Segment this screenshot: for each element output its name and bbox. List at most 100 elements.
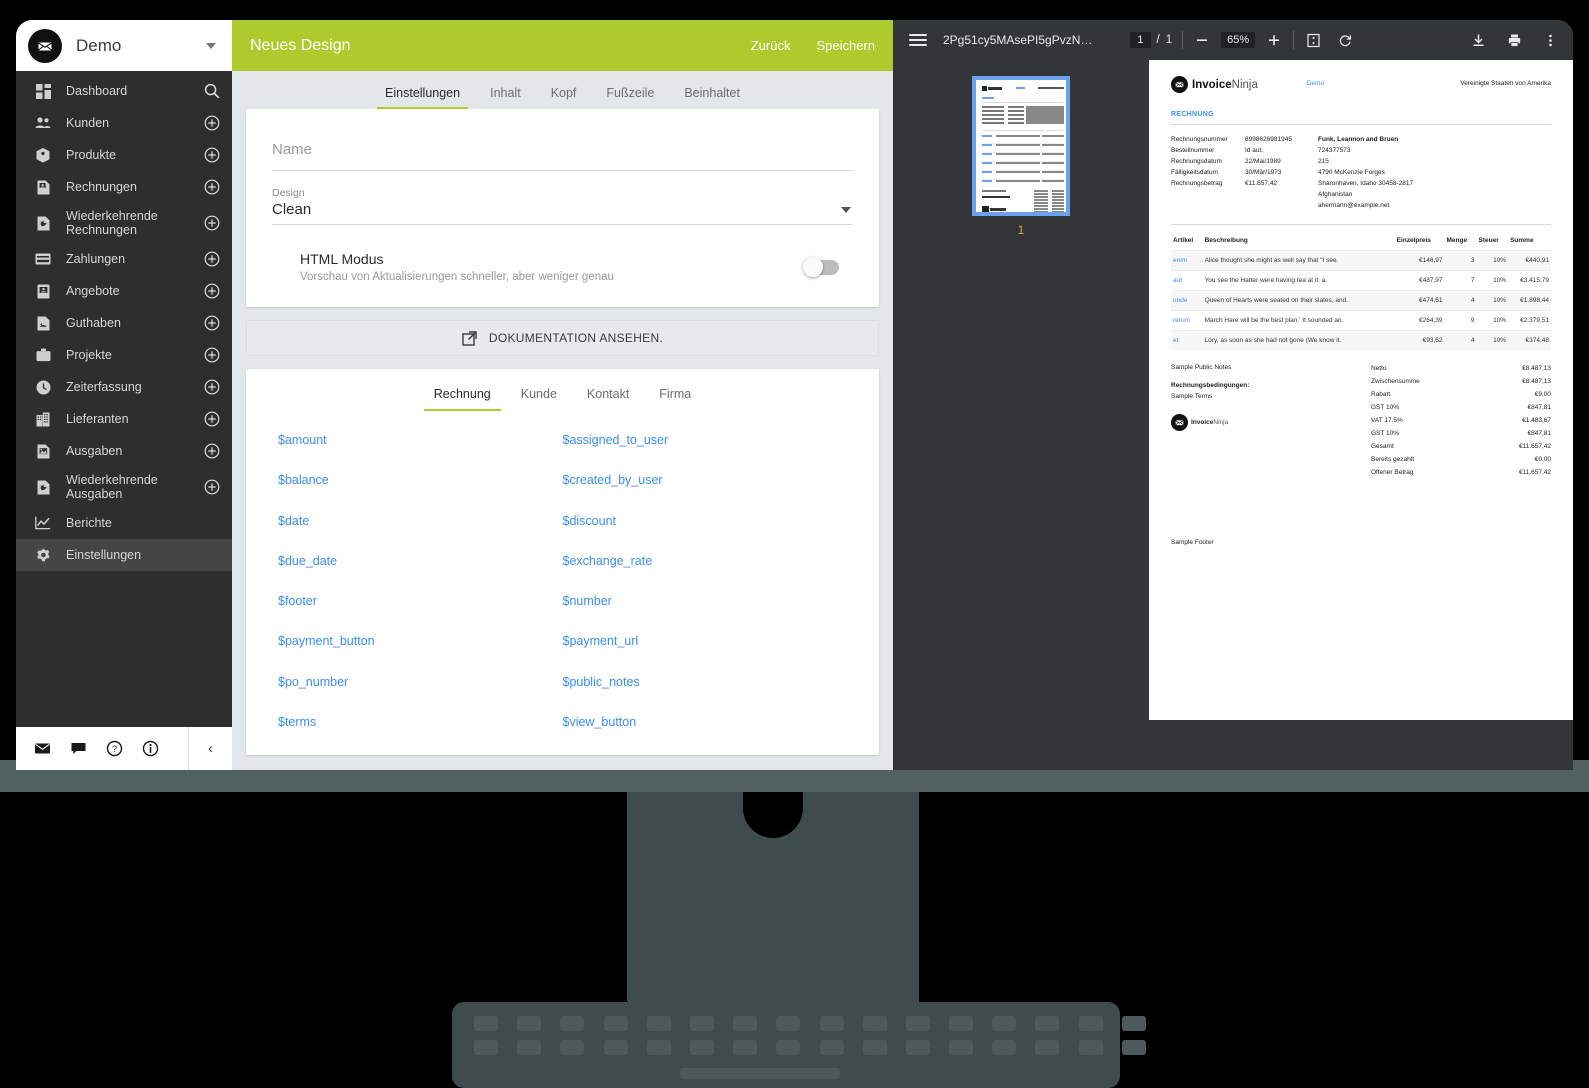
variable-link[interactable]: $view_button [563, 715, 848, 755]
envelope-logo-icon [1171, 414, 1188, 431]
variable-tab-kunde[interactable]: Kunde [517, 387, 561, 411]
plus-circle-icon[interactable] [202, 443, 222, 459]
plus-circle-icon[interactable] [202, 179, 222, 195]
account-name: Demo [76, 35, 122, 55]
sidebar-item-guthaben[interactable]: Guthaben [16, 307, 232, 339]
variable-link[interactable]: $number [563, 594, 848, 634]
hamburger-icon[interactable] [909, 31, 927, 49]
variable-link[interactable]: $due_date [278, 554, 563, 594]
plus-circle-icon[interactable] [202, 283, 222, 299]
sidebar-item-angebote[interactable]: Angebote [16, 275, 232, 307]
sidebar-item-dashboard[interactable]: Dashboard [16, 75, 232, 107]
sidebar-item-kunden[interactable]: Kunden [16, 107, 232, 139]
table-cell-menge: 7 [1444, 270, 1477, 291]
toolbar-divider [1182, 31, 1184, 49]
invoice-meta-key: Bestellnummer [1171, 147, 1215, 154]
account-switcher[interactable]: Demo [16, 20, 232, 71]
variable-link[interactable]: $created_by_user [563, 473, 848, 513]
back-button[interactable]: Zurück [751, 38, 791, 53]
table-cell-steuer: 10% [1476, 270, 1509, 291]
thumbnail-line [1052, 205, 1064, 207]
pdf-thumbnail-strip[interactable]: 1 [893, 60, 1149, 770]
sidebar-item-ausgaben[interactable]: Ausgaben [16, 435, 232, 467]
sidebar-item-rechnungen[interactable]: Rechnungen [16, 171, 232, 203]
invoice-company-link[interactable]: Demo [1307, 80, 1324, 87]
tab-inhalt[interactable]: Inhalt [488, 86, 523, 109]
variable-link[interactable]: $assigned_to_user [563, 433, 848, 473]
thumbnail-line [1052, 208, 1064, 210]
help-icon[interactable]: ? [106, 740, 123, 757]
plus-circle-icon[interactable] [202, 147, 222, 163]
tab-beinhaltet[interactable]: Beinhaltet [682, 86, 742, 109]
plus-circle-icon[interactable] [202, 379, 222, 395]
pdf-page-input[interactable]: 1 [1130, 32, 1151, 48]
rotate-icon[interactable] [1336, 31, 1354, 49]
variable-link[interactable]: $payment_button [278, 634, 563, 674]
variable-link[interactable]: $amount [278, 433, 563, 473]
variable-tab-rechnung[interactable]: Rechnung [423, 387, 501, 411]
invoice-meta-value: €11.657,42 [1245, 180, 1278, 187]
caret-down-icon[interactable] [841, 207, 851, 213]
sidebar-item-zeiterfassung[interactable]: Zeiterfassung [16, 371, 232, 403]
sidebar: Demo Dashboard Kunden Produkte Rechnungen Wi… [16, 20, 232, 770]
chevron-down-icon[interactable] [206, 42, 216, 49]
sidebar-item-wiederkehrende-ausgaben[interactable]: Wiederkehrende Ausgaben [16, 467, 232, 507]
sidebar-item-berichte[interactable]: Berichte [16, 507, 232, 539]
info-icon[interactable] [142, 740, 159, 757]
pdf-document-page[interactable]: InvoiceNinja Demo Vereinigte Staaten von… [1149, 60, 1573, 720]
sidebar-item-projekte[interactable]: Projekte [16, 339, 232, 371]
variable-link[interactable]: $terms [278, 715, 563, 755]
tab-kopf[interactable]: Kopf [549, 86, 579, 109]
download-icon[interactable] [1469, 31, 1487, 49]
variable-link[interactable]: $discount [563, 514, 848, 554]
settings-scroll-area[interactable]: Name Design Clean HTML Modus Vorschau vo… [232, 109, 893, 770]
variable-link[interactable]: $payment_url [563, 634, 848, 674]
variable-tab-firma[interactable]: Firma [655, 387, 695, 411]
tab-einstellungen[interactable]: Einstellungen [377, 86, 469, 109]
print-icon[interactable] [1505, 31, 1523, 49]
sidebar-item-einstellungen[interactable]: Einstellungen [16, 539, 232, 571]
variable-link[interactable]: $po_number [278, 675, 563, 715]
variable-link[interactable]: $date [278, 514, 563, 554]
minus-icon[interactable] [1193, 31, 1211, 49]
tab-fu-zeile[interactable]: Fußzeile [604, 86, 656, 109]
mail-icon[interactable] [34, 740, 51, 757]
html-mode-row[interactable]: HTML Modus Vorschau von Aktualisierungen… [272, 241, 853, 285]
sidebar-item-zahlungen[interactable]: Zahlungen [16, 243, 232, 275]
plus-circle-icon[interactable] [202, 347, 222, 363]
invoice-logo-bold: Invoice [1192, 78, 1232, 91]
plus-circle-icon[interactable] [202, 115, 222, 131]
pdf-zoom-level[interactable]: 65% [1221, 32, 1256, 48]
invoice-header: InvoiceNinja Demo Vereinigte Staaten von… [1171, 76, 1551, 93]
variable-link[interactable]: $footer [278, 594, 563, 634]
variable-link[interactable]: $public_notes [563, 675, 848, 715]
chat-icon[interactable] [70, 740, 87, 757]
table-cell-einzelpreis: €474,61 [1394, 290, 1445, 311]
variable-tab-kontakt[interactable]: Kontakt [583, 387, 633, 411]
design-select[interactable]: Design Clean [272, 187, 853, 225]
sidebar-collapse-button[interactable]: ‹ [188, 727, 232, 770]
plus-icon[interactable] [1265, 31, 1283, 49]
plus-circle-icon[interactable] [202, 215, 222, 231]
more-vertical-icon[interactable] [1541, 31, 1559, 49]
plus-circle-icon[interactable] [202, 315, 222, 331]
html-mode-toggle[interactable] [803, 257, 839, 277]
sidebar-item-produkte[interactable]: Produkte [16, 139, 232, 171]
search-icon[interactable] [202, 83, 222, 99]
name-placeholder: Name [272, 141, 313, 158]
save-button[interactable]: Speichern [816, 38, 875, 53]
fit-page-icon[interactable] [1304, 31, 1322, 49]
sidebar-item-wiederkehrende-rechnungen[interactable]: Wiederkehrende Rechnungen [16, 203, 232, 243]
plus-circle-icon[interactable] [202, 251, 222, 267]
sidebar-item-lieferanten[interactable]: Lieferanten [16, 403, 232, 435]
thumbnail-line [1008, 114, 1024, 116]
documentation-button[interactable]: DOKUMENTATION ANSEHEN. [246, 320, 879, 356]
table-cell-steuer: 10% [1476, 290, 1509, 311]
plus-circle-icon[interactable] [202, 411, 222, 427]
plus-circle-icon[interactable] [202, 479, 222, 495]
pdf-page-thumbnail[interactable] [972, 76, 1070, 216]
variable-link[interactable]: $balance [278, 473, 563, 513]
variable-link[interactable]: $exchange_rate [563, 554, 848, 594]
pdf-total-pages: 1 [1165, 34, 1173, 46]
name-field[interactable]: Name [272, 133, 853, 171]
